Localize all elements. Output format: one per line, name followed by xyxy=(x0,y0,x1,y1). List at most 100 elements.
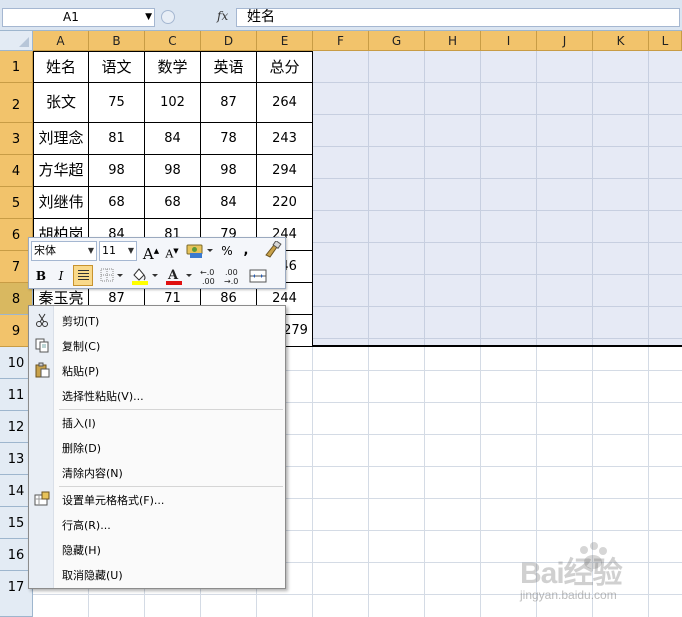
table-header-cell[interactable]: 姓名 xyxy=(33,51,89,83)
table-cell[interactable]: 98 xyxy=(145,155,201,187)
comma-style-button[interactable]: , xyxy=(239,241,253,261)
copy-icon xyxy=(35,338,49,353)
column-header-h[interactable]: H xyxy=(425,31,481,51)
svg-text:→.0: →.0 xyxy=(224,277,238,286)
fill-color-button[interactable] xyxy=(129,266,159,286)
font-color-button[interactable]: A xyxy=(163,266,193,286)
percent-style-button[interactable]: % xyxy=(218,241,236,261)
table-cell[interactable]: 刘继伟 xyxy=(33,187,89,219)
table-cell[interactable]: 81 xyxy=(89,123,145,155)
table-cell[interactable]: 87 xyxy=(201,83,257,123)
row-header-4[interactable]: 4 xyxy=(0,155,33,187)
menu-separator xyxy=(59,409,283,410)
borders-button[interactable] xyxy=(99,266,125,286)
decrease-decimal-button[interactable]: .00 →.0 xyxy=(223,266,245,286)
column-header-k[interactable]: K xyxy=(593,31,649,51)
shrink-font-button[interactable]: A▼ xyxy=(163,241,181,261)
select-all-button[interactable] xyxy=(0,31,33,51)
menu-item-label: 清除内容(N) xyxy=(62,467,123,480)
table-cell[interactable]: 方华超 xyxy=(33,155,89,187)
format-painter-button[interactable] xyxy=(261,240,283,261)
name-box-dropdown-icon[interactable]: ▼ xyxy=(145,9,152,26)
center-align-button[interactable] xyxy=(73,265,93,286)
table-header-cell[interactable]: 数学 xyxy=(145,51,201,83)
row-header-5[interactable]: 5 xyxy=(0,187,33,219)
column-header-e[interactable]: E xyxy=(257,31,313,51)
table-cell[interactable]: 张文 xyxy=(33,83,89,123)
menu-item-paste[interactable]: 粘贴(P) xyxy=(29,359,285,384)
menu-item-hide[interactable]: 隐藏(H) xyxy=(29,538,285,563)
table-cell[interactable]: 98 xyxy=(201,155,257,187)
column-header-a[interactable]: A xyxy=(33,31,89,51)
menu-item-label: 选择性粘贴(V)... xyxy=(62,390,144,403)
column-header-j[interactable]: J xyxy=(537,31,593,51)
increase-decimal-button[interactable]: ←.0 .00 xyxy=(199,266,221,286)
menu-item-label: 粘贴(P) xyxy=(62,365,100,378)
svg-text:←.0: ←.0 xyxy=(200,268,214,277)
italic-button[interactable]: I xyxy=(53,266,69,286)
menu-item-paste-special[interactable]: 选择性粘贴(V)... xyxy=(29,384,285,409)
table-cell[interactable]: 243 xyxy=(257,123,313,155)
table-cell[interactable]: 84 xyxy=(145,123,201,155)
column-header-g[interactable]: G xyxy=(369,31,425,51)
accounting-format-button[interactable] xyxy=(186,242,214,260)
fill-color-icon xyxy=(132,268,158,285)
formula-input[interactable]: 姓名 xyxy=(236,8,680,27)
svg-text:.00: .00 xyxy=(225,268,238,277)
name-box[interactable]: A1 ▼ xyxy=(2,8,155,27)
format-cells-icon xyxy=(34,491,50,506)
font-color-icon: A xyxy=(166,268,192,285)
menu-item-cut[interactable]: 剪切(T) xyxy=(29,309,285,334)
merge-center-button[interactable] xyxy=(248,266,270,286)
table-cell[interactable]: 264 xyxy=(257,83,313,123)
menu-separator xyxy=(59,486,283,487)
row-header-1[interactable]: 1 xyxy=(0,51,33,83)
menu-item-label: 插入(I) xyxy=(62,417,96,430)
table-cell[interactable]: 102 xyxy=(145,83,201,123)
menu-item-format-cells[interactable]: 设置单元格格式(F)... xyxy=(29,488,285,513)
table-header-cell[interactable]: 总分 xyxy=(257,51,313,83)
column-header-b[interactable]: B xyxy=(89,31,145,51)
decrease-decimal-icon: .00 →.0 xyxy=(224,268,238,286)
menu-item-unhide[interactable]: 取消隐藏(U) xyxy=(29,563,285,588)
column-header-c[interactable]: C xyxy=(145,31,201,51)
table-cell[interactable]: 78 xyxy=(201,123,257,155)
svg-text:.00: .00 xyxy=(202,277,215,286)
menu-item-row-height[interactable]: 行高(R)... xyxy=(29,513,285,538)
insert-function-icon[interactable]: fx xyxy=(217,9,228,23)
table-cell[interactable]: 98 xyxy=(89,155,145,187)
column-header-i[interactable]: I xyxy=(481,31,537,51)
menu-item-clear-contents[interactable]: 清除内容(N) xyxy=(29,461,285,486)
watermark-brand: Bai经验 xyxy=(520,557,623,590)
borders-icon xyxy=(100,268,123,282)
row-header-2[interactable]: 2 xyxy=(0,83,33,123)
formula-bar-resize-handle[interactable] xyxy=(161,10,175,24)
table-cell[interactable]: 68 xyxy=(145,187,201,219)
menu-item-delete[interactable]: 删除(D) xyxy=(29,436,285,461)
table-header-cell[interactable]: 英语 xyxy=(201,51,257,83)
table-cell[interactable]: 刘理念 xyxy=(33,123,89,155)
table-cell[interactable]: 84 xyxy=(201,187,257,219)
formula-bar: A1 ▼ fx 姓名 xyxy=(0,0,682,31)
menu-item-label: 取消隐藏(U) xyxy=(62,569,123,582)
chevron-down-icon[interactable]: ▼ xyxy=(128,242,134,260)
menu-item-insert[interactable]: 插入(I) xyxy=(29,411,285,436)
grow-font-button[interactable]: A▲ xyxy=(142,241,160,263)
column-header-d[interactable]: D xyxy=(201,31,257,51)
column-header-f[interactable]: F xyxy=(313,31,369,51)
row-header-3[interactable]: 3 xyxy=(0,123,33,155)
table-cell[interactable]: 75 xyxy=(89,83,145,123)
font-name-select[interactable]: 宋体 ▼ xyxy=(31,241,97,261)
baidu-jingyan-watermark: Bai经验 jingyan.baidu.com xyxy=(520,540,660,610)
column-header-l[interactable]: L xyxy=(649,31,682,51)
bold-button[interactable]: B xyxy=(33,266,49,286)
menu-item-copy[interactable]: 复制(C) xyxy=(29,334,285,359)
chevron-down-icon[interactable]: ▼ xyxy=(88,242,94,260)
table-cell[interactable]: 294 xyxy=(257,155,313,187)
table-cell[interactable]: 220 xyxy=(257,187,313,219)
watermark-url: jingyan.baidu.com xyxy=(520,588,617,602)
table-header-cell[interactable]: 语文 xyxy=(89,51,145,83)
font-size-select[interactable]: 11 ▼ xyxy=(99,241,137,261)
context-menu: 剪切(T) 复制(C) 粘贴(P) 选择性粘贴(V)... 插入(I) 删除(D… xyxy=(28,305,286,589)
table-cell[interactable]: 68 xyxy=(89,187,145,219)
